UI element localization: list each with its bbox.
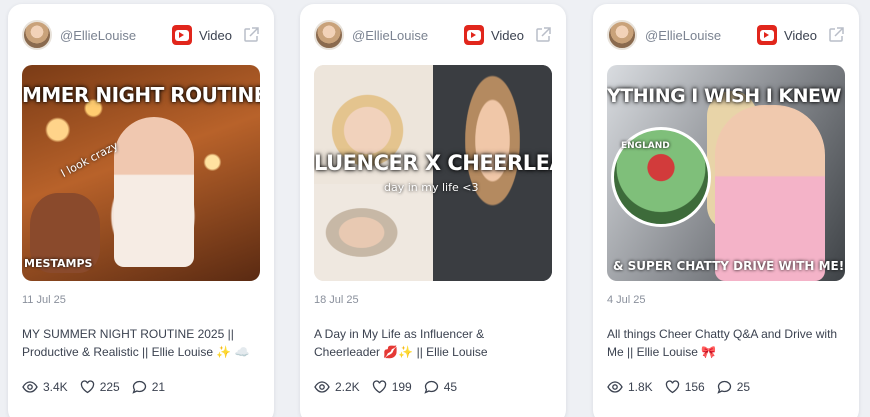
heart-icon [372, 380, 386, 394]
post-card[interactable]: @EllieLouise Video LUENCER X CHEERLEA da… [300, 4, 566, 417]
comment-icon [717, 380, 731, 394]
comments-stat: 45 [424, 380, 457, 394]
post-date: 18 Jul 25 [314, 294, 359, 306]
views-stat: 1.8K [607, 380, 653, 394]
eye-icon [314, 381, 330, 393]
thumbnail-caption: I look crazy [58, 139, 121, 180]
post-header: @EllieLouise Video [607, 18, 845, 52]
post-card[interactable]: @EllieLouise Video ENGLAND YTHING I WISH… [593, 4, 859, 417]
post-date: 4 Jul 25 [607, 294, 646, 306]
external-link-icon[interactable] [242, 26, 260, 44]
platform-type: Video [198, 27, 232, 43]
post-title[interactable]: All things Cheer Chatty Q&A and Drive wi… [607, 325, 845, 361]
comments-stat: 25 [717, 380, 750, 394]
comments-count: 25 [736, 380, 751, 394]
thumbnail-title: LUENCER X CHEERLEA [314, 151, 552, 175]
comments-count: 45 [443, 380, 458, 394]
external-link-icon[interactable] [827, 26, 845, 44]
youtube-icon [756, 25, 777, 45]
comment-icon [424, 380, 438, 394]
post-stats: 3.4K 225 21 [22, 380, 177, 394]
platform-label: Video [463, 25, 524, 45]
likes-count: 199 [391, 380, 412, 394]
post-stats: 2.2K 199 45 [314, 380, 469, 394]
post-header: @EllieLouise Video [22, 18, 260, 52]
heart-icon [80, 380, 94, 394]
couch-image [314, 183, 433, 281]
post-header: @EllieLouise Video [314, 18, 552, 52]
post-date: 11 Jul 25 [22, 294, 66, 306]
views-stat: 3.4K [22, 380, 68, 394]
avatar[interactable] [314, 20, 344, 50]
views-count: 3.4K [43, 380, 68, 394]
avatar[interactable] [607, 20, 637, 50]
comment-icon [132, 380, 146, 394]
views-stat: 2.2K [314, 380, 360, 394]
username[interactable]: @EllieLouise [60, 28, 172, 43]
thumbnail-caption: day in my life <3 [384, 181, 479, 194]
views-count: 1.8K [628, 380, 653, 394]
eye-icon [22, 381, 38, 393]
username[interactable]: @EllieLouise [645, 28, 757, 43]
platform-label: Video [171, 25, 232, 45]
thumbnail-title: YTHING I WISH I KNEW EARLI [607, 85, 845, 107]
video-thumbnail[interactable]: ENGLAND YTHING I WISH I KNEW EARLI & SUP… [607, 65, 845, 281]
likes-stat: 199 [372, 380, 412, 394]
post-title[interactable]: MY SUMMER NIGHT ROUTINE 2025 || Producti… [22, 325, 260, 361]
views-count: 2.2K [335, 380, 360, 394]
platform-label: Video [756, 25, 817, 45]
username[interactable]: @EllieLouise [352, 28, 464, 43]
post-stats: 1.8K 156 25 [607, 380, 762, 394]
platform-type: Video [783, 27, 817, 43]
likes-stat: 225 [80, 380, 120, 394]
post-card[interactable]: @EllieLouise Video MMER NIGHT ROUTINE 20… [8, 4, 274, 417]
youtube-icon [171, 25, 192, 45]
video-thumbnail[interactable]: MMER NIGHT ROUTINE 202 I look crazy MEST… [22, 65, 260, 281]
comments-stat: 21 [132, 380, 165, 394]
person-image [715, 105, 825, 281]
inset-label: ENGLAND [621, 141, 670, 151]
eye-icon [607, 381, 623, 393]
post-title[interactable]: A Day in My Life as Influencer & Cheerle… [314, 325, 552, 361]
thumbnail-caption: & SUPER CHATTY DRIVE WITH ME! [613, 259, 845, 273]
likes-count: 225 [99, 380, 120, 394]
avatar[interactable] [22, 20, 52, 50]
external-link-icon[interactable] [534, 26, 552, 44]
thumbnail-title: MMER NIGHT ROUTINE 202 [22, 83, 260, 107]
thumbnail-footer: MESTAMPS [24, 257, 93, 270]
video-thumbnail[interactable]: LUENCER X CHEERLEA day in my life <3 [314, 65, 552, 281]
youtube-icon [463, 25, 484, 45]
person-image [114, 117, 194, 267]
likes-count: 156 [684, 380, 705, 394]
heart-icon [665, 380, 679, 394]
comments-count: 21 [151, 380, 166, 394]
platform-type: Video [490, 27, 524, 43]
likes-stat: 156 [665, 380, 705, 394]
